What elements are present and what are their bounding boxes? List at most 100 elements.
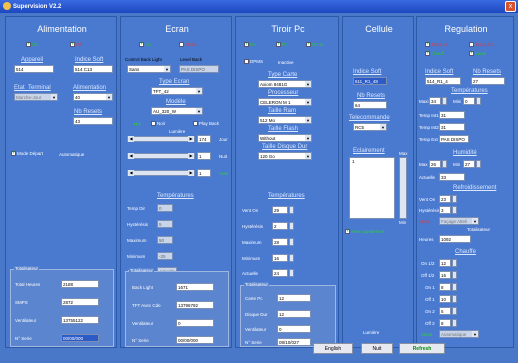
chauff-check[interactable]: Chauff	[425, 50, 444, 56]
taille-disque-select[interactable]: 120 Go	[258, 152, 312, 160]
n-serie-field[interactable]: 00/00/000	[61, 334, 99, 342]
tiroir-hysteresis-field[interactable]: 2	[272, 222, 288, 230]
modele-select[interactable]: AU_320_W	[151, 107, 203, 115]
off1-field[interactable]: 10	[439, 295, 451, 303]
reg-temp-ext-field[interactable]: PAS DISPO	[439, 135, 469, 143]
level-back-field[interactable]: PAS DISPO	[179, 65, 219, 73]
ecran-maximum-field[interactable]: 50	[157, 236, 173, 244]
tiroir-vent-on-field[interactable]: 29	[272, 206, 288, 214]
tft-avec-cde-field[interactable]: 13796792	[176, 301, 214, 309]
on1-field[interactable]: 8	[439, 283, 451, 291]
ecran-ventilateur-field[interactable]: 0	[176, 319, 214, 327]
hum-max-spin[interactable]	[442, 160, 447, 168]
reg-mode-select[interactable]: Façage Atteli	[439, 217, 479, 225]
reg-vent-on-field[interactable]: 23	[439, 195, 451, 203]
tiroir-maximum-spin[interactable]	[289, 238, 294, 246]
tiroir-actuelle-field[interactable]: 24	[272, 269, 288, 277]
nuit-field[interactable]: 1	[197, 152, 211, 160]
heures-field[interactable]: 1092	[439, 235, 471, 243]
reg-vent-on-spin[interactable]	[452, 195, 457, 203]
off2-spin[interactable]	[452, 319, 457, 327]
nb-resets-field[interactable]: 43	[73, 117, 113, 125]
tiroir-minimum-spin[interactable]	[289, 254, 294, 262]
temp-int2-field[interactable]: 31	[439, 123, 465, 131]
tiroir-ventilateur-field[interactable]: 0	[277, 325, 311, 333]
alim-off-check[interactable]: Off	[70, 41, 82, 47]
ventilateur-field[interactable]: 13755122	[61, 316, 99, 324]
tiroir-actuelle-spin[interactable]	[289, 269, 294, 277]
reg-mode2-select[interactable]: Automatique	[439, 330, 479, 338]
reg-hysteresis-spin[interactable]	[452, 206, 457, 214]
avec-ajustement-check[interactable]: Avec Ajustement	[345, 228, 384, 234]
noir-check[interactable]: Noir	[151, 121, 165, 126]
hum-actuelle-field[interactable]: 33	[439, 173, 465, 181]
auto-field[interactable]: 1	[197, 169, 211, 177]
lumiere-vertical-slider[interactable]	[399, 157, 407, 219]
mini-spin[interactable]	[476, 97, 481, 105]
reg-indice-soft-field[interactable]: 514_R1_4	[425, 77, 461, 85]
tiroir-minimum-field[interactable]: 16	[272, 254, 288, 262]
total-heures-field[interactable]: 2188	[61, 280, 99, 288]
processeur-select[interactable]: CELERON M 1	[258, 98, 312, 106]
hum-min-spin[interactable]	[476, 160, 481, 168]
on2-field[interactable]: 5	[439, 307, 451, 315]
taille-flash-select[interactable]: Without	[258, 134, 312, 142]
tiroir-vent-on-spin[interactable]	[289, 206, 294, 214]
alimentation-select[interactable]: 40	[73, 93, 113, 101]
reg-hysteresis-field[interactable]: 3	[439, 206, 451, 214]
back-light-field[interactable]: 1671	[176, 283, 214, 291]
off12-field[interactable]: 16	[439, 271, 451, 279]
on1-spin[interactable]	[452, 283, 457, 291]
hum-min-field[interactable]: 27	[463, 160, 475, 168]
temp-ext-check[interactable]: Temp Ext	[469, 42, 494, 47]
control-back-light-select[interactable]: Sans	[127, 65, 171, 73]
ventil-check[interactable]: Ventil	[469, 50, 486, 56]
ecran-on-check[interactable]: On	[139, 41, 151, 47]
tiroir-maximum-field[interactable]: 28	[272, 238, 288, 246]
english-button[interactable]: English	[313, 343, 353, 354]
tiroir-on-check[interactable]: On	[244, 41, 256, 47]
on2-spin[interactable]	[452, 307, 457, 315]
cellule-nb-resets-field[interactable]: 64	[353, 101, 387, 109]
tiroir-hysteresis-spin[interactable]	[289, 222, 294, 230]
off12-spin[interactable]	[452, 271, 457, 279]
ecran-temp-dir-field[interactable]: 0	[157, 204, 173, 212]
ecran-minimum-field[interactable]: -25	[157, 252, 173, 260]
off1-spin[interactable]	[452, 295, 457, 303]
indice-soft-field[interactable]: 514 C13	[73, 65, 113, 73]
refresh-button[interactable]: Refresh	[399, 343, 445, 354]
close-button[interactable]: x	[505, 1, 516, 12]
type-ecran-select[interactable]: TFT_42	[151, 87, 203, 95]
jour-slider[interactable]: ◀ ▶	[127, 136, 195, 142]
on12-spin[interactable]	[452, 259, 457, 267]
nuit-button[interactable]: Nuit	[361, 343, 393, 354]
ecran-hysteresis-field[interactable]: 5	[157, 220, 173, 228]
smps-field[interactable]: 2872	[61, 298, 99, 306]
ecran-n-serie-field[interactable]: 00/00/000	[176, 336, 214, 344]
eclairement-list[interactable]: 1	[349, 157, 395, 219]
maxi-spin[interactable]	[442, 97, 447, 105]
jour-field[interactable]: 174	[197, 135, 211, 143]
off2-field[interactable]: 8	[439, 319, 451, 327]
telecommande-select[interactable]: RC5	[353, 123, 387, 131]
disque-dur-field[interactable]: 12	[277, 310, 311, 318]
temp-int1-field[interactable]: 31	[439, 111, 465, 119]
appareil-field[interactable]: 514	[14, 65, 54, 73]
reg-nb-resets-field[interactable]: 27	[471, 77, 505, 85]
taille-ram-select[interactable]: 512 Mo	[258, 116, 312, 124]
carte-pc-field[interactable]: 12	[277, 294, 311, 302]
temp-int-check[interactable]: Temp Int	[425, 41, 448, 47]
on12-field[interactable]: 12	[439, 259, 451, 267]
dpms-check[interactable]: DPMS	[244, 59, 263, 64]
nuit-slider[interactable]: ◀ ▶	[127, 153, 195, 159]
tiroir-n-serie-field[interactable]: 08/10/027	[277, 338, 311, 346]
maxi-field[interactable]: 34	[429, 97, 441, 105]
hum-max-field[interactable]: 26	[429, 160, 441, 168]
auto-slider[interactable]: ◀ ▶	[127, 170, 195, 176]
mini-field[interactable]: 0	[463, 97, 475, 105]
ecran-off-check[interactable]: Eteint	[179, 42, 197, 47]
tiroir-pc-check[interactable]: Pc	[276, 41, 287, 47]
tiroir-ecran-check[interactable]: Ecran	[306, 41, 324, 47]
play-back-check[interactable]: Play Back	[193, 121, 219, 126]
cellule-indice-soft-field[interactable]: 511_R1_48	[353, 77, 387, 85]
